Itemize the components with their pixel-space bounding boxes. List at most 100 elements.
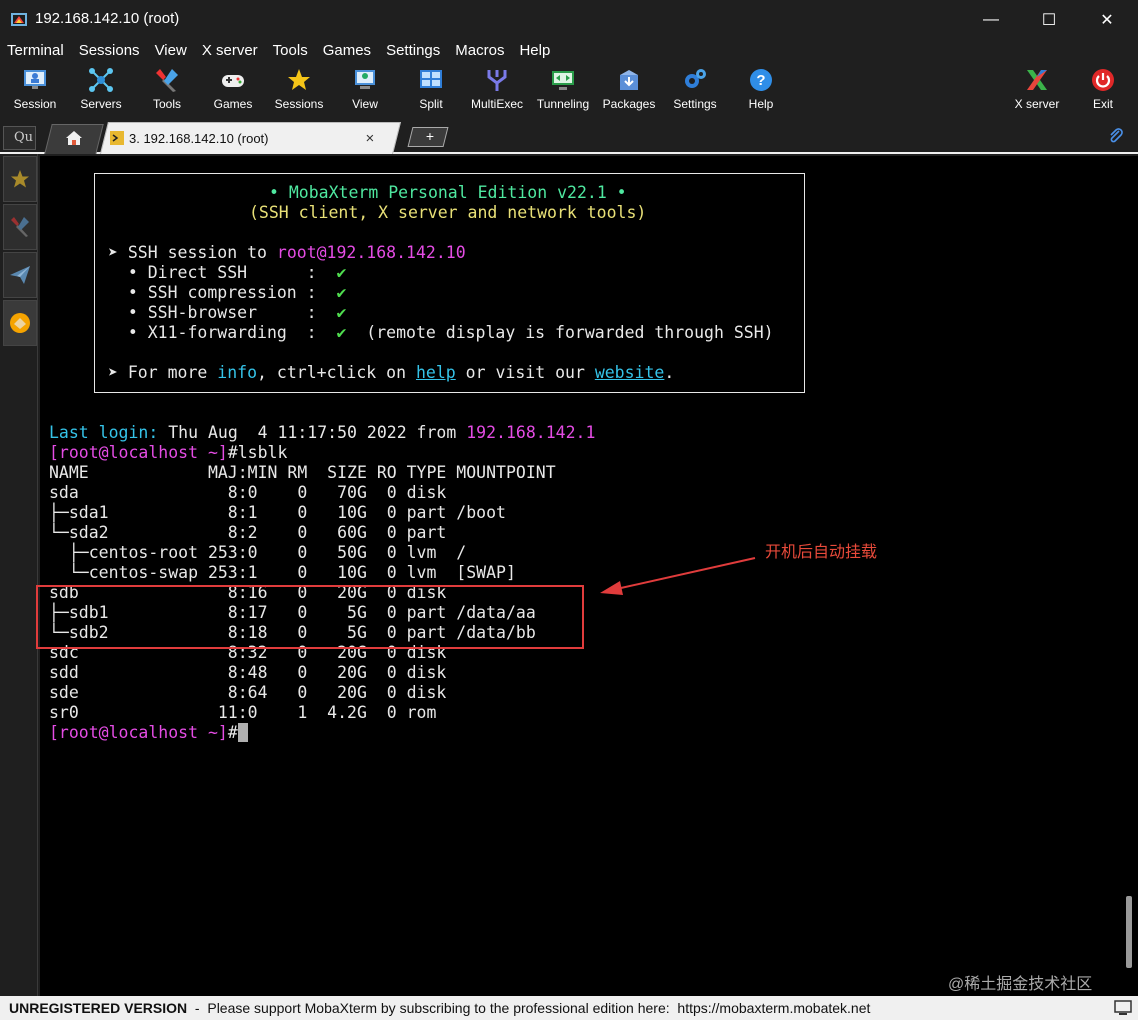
side-tab-tools[interactable] [3, 204, 37, 250]
toolbar-tunneling-button[interactable]: Tunneling [530, 64, 596, 116]
annotation-arrow-icon [600, 557, 756, 595]
quick-connect-input[interactable]: Qu [3, 126, 36, 150]
gear-icon [685, 69, 706, 88]
power-icon [1092, 69, 1114, 91]
status-bar: UNREGISTERED VERSION - Please support Mo… [0, 996, 1138, 1020]
paper-plane-icon [10, 266, 30, 284]
feature-note: (remote display is forwarded through SSH… [346, 323, 774, 342]
toolbar-help-label: Help [748, 97, 774, 111]
banner-feature-direct-ssh: • Direct SSH : ✔ [108, 263, 347, 283]
toolbar-servers-button[interactable]: Servers [68, 64, 134, 116]
toolbar-exit-label: Exit [1092, 97, 1113, 111]
toolbar-xserver-button[interactable]: X server [1004, 64, 1070, 116]
multiexec-fork-icon [487, 70, 507, 91]
x-server-icon [1027, 70, 1047, 90]
menu-terminal[interactable]: Terminal [0, 40, 72, 62]
lsblk-row: └─sda2 8:2 0 60G 0 part [49, 523, 447, 542]
menu-macros[interactable]: Macros [448, 40, 512, 62]
toolbar-split-label: Split [419, 97, 443, 111]
toolbar-settings-button[interactable]: Settings [662, 64, 728, 116]
side-tab-macros[interactable] [3, 300, 37, 346]
help-link[interactable]: help [416, 363, 456, 382]
menu-x-server[interactable]: X server [195, 40, 266, 62]
check-icon: ✔ [336, 283, 347, 302]
toolbar-games-button[interactable]: Games [200, 64, 266, 116]
toolbar-view-button[interactable]: View [332, 64, 398, 116]
lsblk-header: NAME MAJ:MIN RM SIZE RO TYPE MOUNTPOINT [49, 463, 556, 482]
close-button[interactable]: ✕ [1078, 0, 1136, 40]
toolbar-multiexec-label: MultiExec [470, 97, 523, 111]
banner-title: • MobaXterm Personal Edition v22.1 • [269, 183, 627, 202]
text-cursor [237, 723, 248, 742]
view-monitor-icon [355, 70, 375, 89]
banner-feature-browser: • SSH-browser : ✔ [108, 303, 347, 323]
toolbar-split-button[interactable]: Split [398, 64, 464, 116]
home-icon [66, 131, 82, 145]
scrollbar-thumb[interactable] [1126, 896, 1132, 968]
menu-sessions[interactable]: Sessions [72, 40, 148, 62]
star-icon [11, 170, 29, 188]
star-icon [288, 69, 310, 90]
maximize-button[interactable]: ☐ [1020, 0, 1078, 40]
check-icon: ✔ [336, 303, 347, 322]
status-url-link[interactable]: https://mobaxterm.mobatek.net [677, 1000, 870, 1016]
lsblk-row: ├─sda1 8:1 0 10G 0 part /boot [49, 503, 506, 522]
toolbar-tools-button[interactable]: Tools [134, 64, 200, 116]
terminal-scrollbar[interactable] [1122, 156, 1138, 996]
last-login-line: Last login: Thu Aug 4 11:17:50 2022 from… [49, 423, 595, 443]
menu-settings[interactable]: Settings [379, 40, 448, 62]
more-mid2: or visit our [455, 363, 595, 382]
toolbar-packages-button[interactable]: Packages [596, 64, 662, 116]
side-tab-sftp[interactable] [3, 252, 37, 298]
minimize-button[interactable]: — [962, 0, 1020, 40]
menu-view[interactable]: View [148, 40, 195, 62]
last-login-ip: 192.168.142.1 [466, 423, 596, 442]
toolbar-session-label: Session [13, 97, 57, 111]
window-title: 192.168.142.10 (root) [35, 10, 180, 27]
feature-label: • SSH compression : [108, 283, 337, 302]
paperclip-icon[interactable] [1108, 128, 1124, 144]
servers-network-icon [89, 68, 113, 92]
banner-session-prefix: ➤ SSH session to [108, 243, 277, 262]
menu-tools[interactable]: Tools [266, 40, 316, 62]
last-login-label: Last login: [49, 423, 159, 442]
monitor-user-icon [24, 70, 46, 89]
tab-session-label: 3. 192.168.142.10 (root) [129, 130, 269, 146]
more-mid: , ctrl+click on [257, 363, 416, 382]
monitor-icon[interactable] [1114, 1000, 1132, 1016]
tab-close-button[interactable]: × [366, 130, 375, 147]
toolbar-exit-button[interactable]: Exit [1070, 64, 1136, 116]
mobaxterm-logo-icon [11, 13, 27, 26]
packages-icon [620, 70, 638, 90]
check-icon: ✔ [336, 323, 347, 342]
tab-bar: Qu 3. 192.168.142.10 (root) × + [0, 120, 1138, 154]
feature-label: • X11-forwarding : [108, 323, 337, 342]
tab-session-content[interactable]: 3. 192.168.142.10 (root) × [110, 122, 400, 154]
side-tab-sessions[interactable] [3, 156, 37, 202]
menu-bar: Terminal Sessions View X server Tools Ga… [0, 40, 1138, 62]
lsblk-row: sr0 11:0 1 4.2G 0 rom [49, 703, 437, 722]
menu-help[interactable]: Help [512, 40, 558, 62]
toolbar-sessions-button[interactable]: Sessions [266, 64, 332, 116]
banner-feature-x11: • X11-forwarding : ✔ (remote display is … [108, 323, 774, 343]
prompt-symbol: # [227, 723, 238, 742]
toolbar-servers-label: Servers [80, 97, 122, 111]
terminal-area[interactable]: • MobaXterm Personal Edition v22.1 • (SS… [40, 156, 1122, 996]
toolbar-session-button[interactable]: Session [2, 64, 68, 116]
prompt-symbol: # [227, 443, 238, 462]
toolbar-help-button[interactable]: ? Help [728, 64, 794, 116]
command-line: [root@localhost ~]#lsblk [49, 443, 287, 463]
check-icon: ✔ [336, 263, 347, 282]
toolbar-multiexec-button[interactable]: MultiExec [464, 64, 530, 116]
website-link[interactable]: website [595, 363, 665, 382]
annotation-text: 开机后自动挂载 [765, 544, 878, 561]
tunneling-icon [552, 71, 574, 90]
unregistered-label: UNREGISTERED VERSION [9, 1000, 188, 1016]
info-link[interactable]: info [217, 363, 257, 382]
menu-games[interactable]: Games [316, 40, 379, 62]
banner-session-line: ➤ SSH session to root@192.168.142.10 [108, 243, 466, 263]
split-window-icon [420, 70, 442, 88]
toolbar-sessions-label: Sessions [274, 97, 324, 111]
lsblk-row: sde 8:64 0 20G 0 disk [49, 683, 447, 702]
new-tab-label[interactable]: + [418, 127, 442, 147]
